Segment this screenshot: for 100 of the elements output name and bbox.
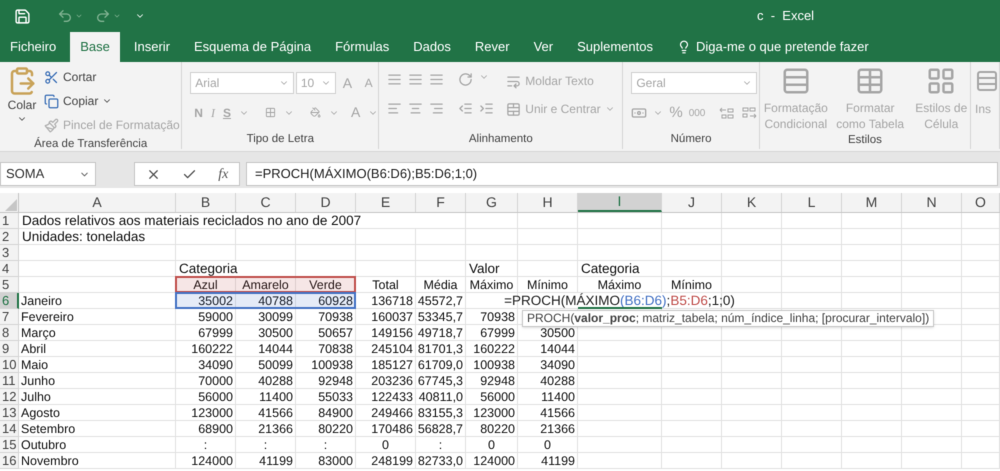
caret-icon[interactable] [113,12,121,20]
table-cell: 124000 [466,453,518,469]
row-header[interactable]: 10 [0,357,19,373]
column-header[interactable]: L [782,193,842,212]
save-icon[interactable] [14,8,31,24]
table-cell [902,229,962,245]
scissors-icon [44,70,59,84]
column-header[interactable]: D [296,193,356,212]
table-cell: 56828,7 [416,421,466,437]
column-header[interactable]: N [902,193,962,212]
table-cell: 40811,0 [416,389,466,405]
table-cell: 14044 [236,341,296,357]
table-cell: 45572,7 [416,293,466,309]
tell-me-field[interactable]: Diga-me o que pretende fazer [676,32,869,62]
align-middle-icon[interactable] [408,72,424,87]
table-cell [962,277,1000,293]
decrease-indent-icon[interactable] [458,101,474,116]
table-cell [356,245,416,261]
caret-icon[interactable] [75,12,83,20]
clipboard-command[interactable]: Cortar [44,66,180,88]
column-header[interactable]: B [176,193,236,212]
ribbon-tab[interactable]: Base [70,32,120,62]
table-cell [176,229,236,245]
row-header[interactable]: 3 [0,245,19,261]
formula-text: ; [666,292,670,308]
row-header[interactable]: 15 [0,437,19,453]
borders-icon[interactable] [264,105,276,120]
increase-indent-icon[interactable] [479,101,494,116]
ribbon-tab[interactable]: Inserir [124,32,180,62]
table-cell: 80220 [296,421,356,437]
paste-button[interactable]: Colar [4,66,40,136]
align-center-icon[interactable] [408,101,424,116]
row-header[interactable]: 9 [0,341,19,357]
insert-function-button[interactable]: fx [218,164,228,184]
row-header[interactable]: 4 [0,261,19,277]
ribbon-tab[interactable]: Ver [524,32,564,62]
clipboard-command[interactable]: Copiar [44,90,180,112]
fill-color-icon[interactable] [310,105,321,120]
row-header[interactable]: 14 [0,421,19,437]
table-cell: 245104 [356,341,416,357]
row-header[interactable]: 1 [0,213,19,229]
formula-text: =PROCH(MÁXIMO [504,292,620,308]
table-cell [902,373,962,389]
font-name: Arial [195,75,220,92]
align-bottom-icon[interactable] [429,72,444,87]
column-header[interactable]: E [356,193,416,212]
table-cell: Média [416,277,466,293]
column-header[interactable]: K [722,193,782,212]
table-cell [296,229,356,245]
row-header[interactable]: 7 [0,309,19,325]
table-cell: 67999 [466,325,518,341]
table-cell: : [176,437,236,453]
ribbon-tab[interactable]: Rever [464,32,520,62]
table-cell [518,213,578,229]
orientation-icon[interactable] [458,72,474,87]
merge-icon [506,102,522,116]
increase-decimal-icon[interactable] [719,106,736,120]
row-header[interactable]: 12 [0,389,19,405]
table-cell [782,261,842,277]
column-header[interactable]: M [842,193,902,212]
column-header[interactable]: J [662,193,722,212]
column-header[interactable]: F [416,193,466,212]
ribbon-tab[interactable]: Fórmulas [325,32,400,62]
table-cell [902,357,962,373]
table-cell [962,453,1000,469]
row-header[interactable]: 5 [0,277,19,293]
column-header[interactable]: G [466,193,518,212]
table-cell [722,437,782,453]
table-cell [842,437,902,453]
table-cell: 56000 [466,389,518,405]
name-box[interactable]: SOMA [0,162,96,186]
redo-icon[interactable] [95,8,111,24]
formula-input[interactable]: =PROCH(MÁXIMO(B6:D6);B5:D6;1;0) [246,162,998,186]
row-header[interactable]: 11 [0,373,19,389]
column-header[interactable]: C [236,193,296,212]
table-cell: 92948 [296,373,356,389]
table-cell [662,437,722,453]
table-cell [722,389,782,405]
ribbon-tab[interactable]: Esquema de Página [184,32,322,62]
table-cell [842,277,902,293]
column-header[interactable]: A [19,193,176,212]
row-header[interactable]: 2 [0,229,19,245]
align-left-icon[interactable] [387,101,402,116]
align-right-icon[interactable] [429,101,444,116]
ribbon-tab[interactable]: Dados [403,32,461,62]
align-top-icon[interactable] [387,72,402,87]
row-header[interactable]: 8 [0,325,19,341]
table-cell: 123000 [176,405,236,421]
row-header[interactable]: 16 [0,453,19,469]
column-header[interactable]: O [962,193,1000,212]
ribbon-tab[interactable]: Suplementos [567,32,663,62]
table-cell [518,229,578,245]
undo-icon[interactable] [57,8,73,24]
decrease-decimal-icon[interactable] [741,106,758,120]
column-header[interactable]: I [578,193,662,212]
row-header[interactable]: 6 [0,293,19,309]
ribbon-tab[interactable]: Ficheiro [0,32,66,62]
row-header[interactable]: 13 [0,405,19,421]
table-cell [842,245,902,261]
table-cell [962,213,1000,229]
